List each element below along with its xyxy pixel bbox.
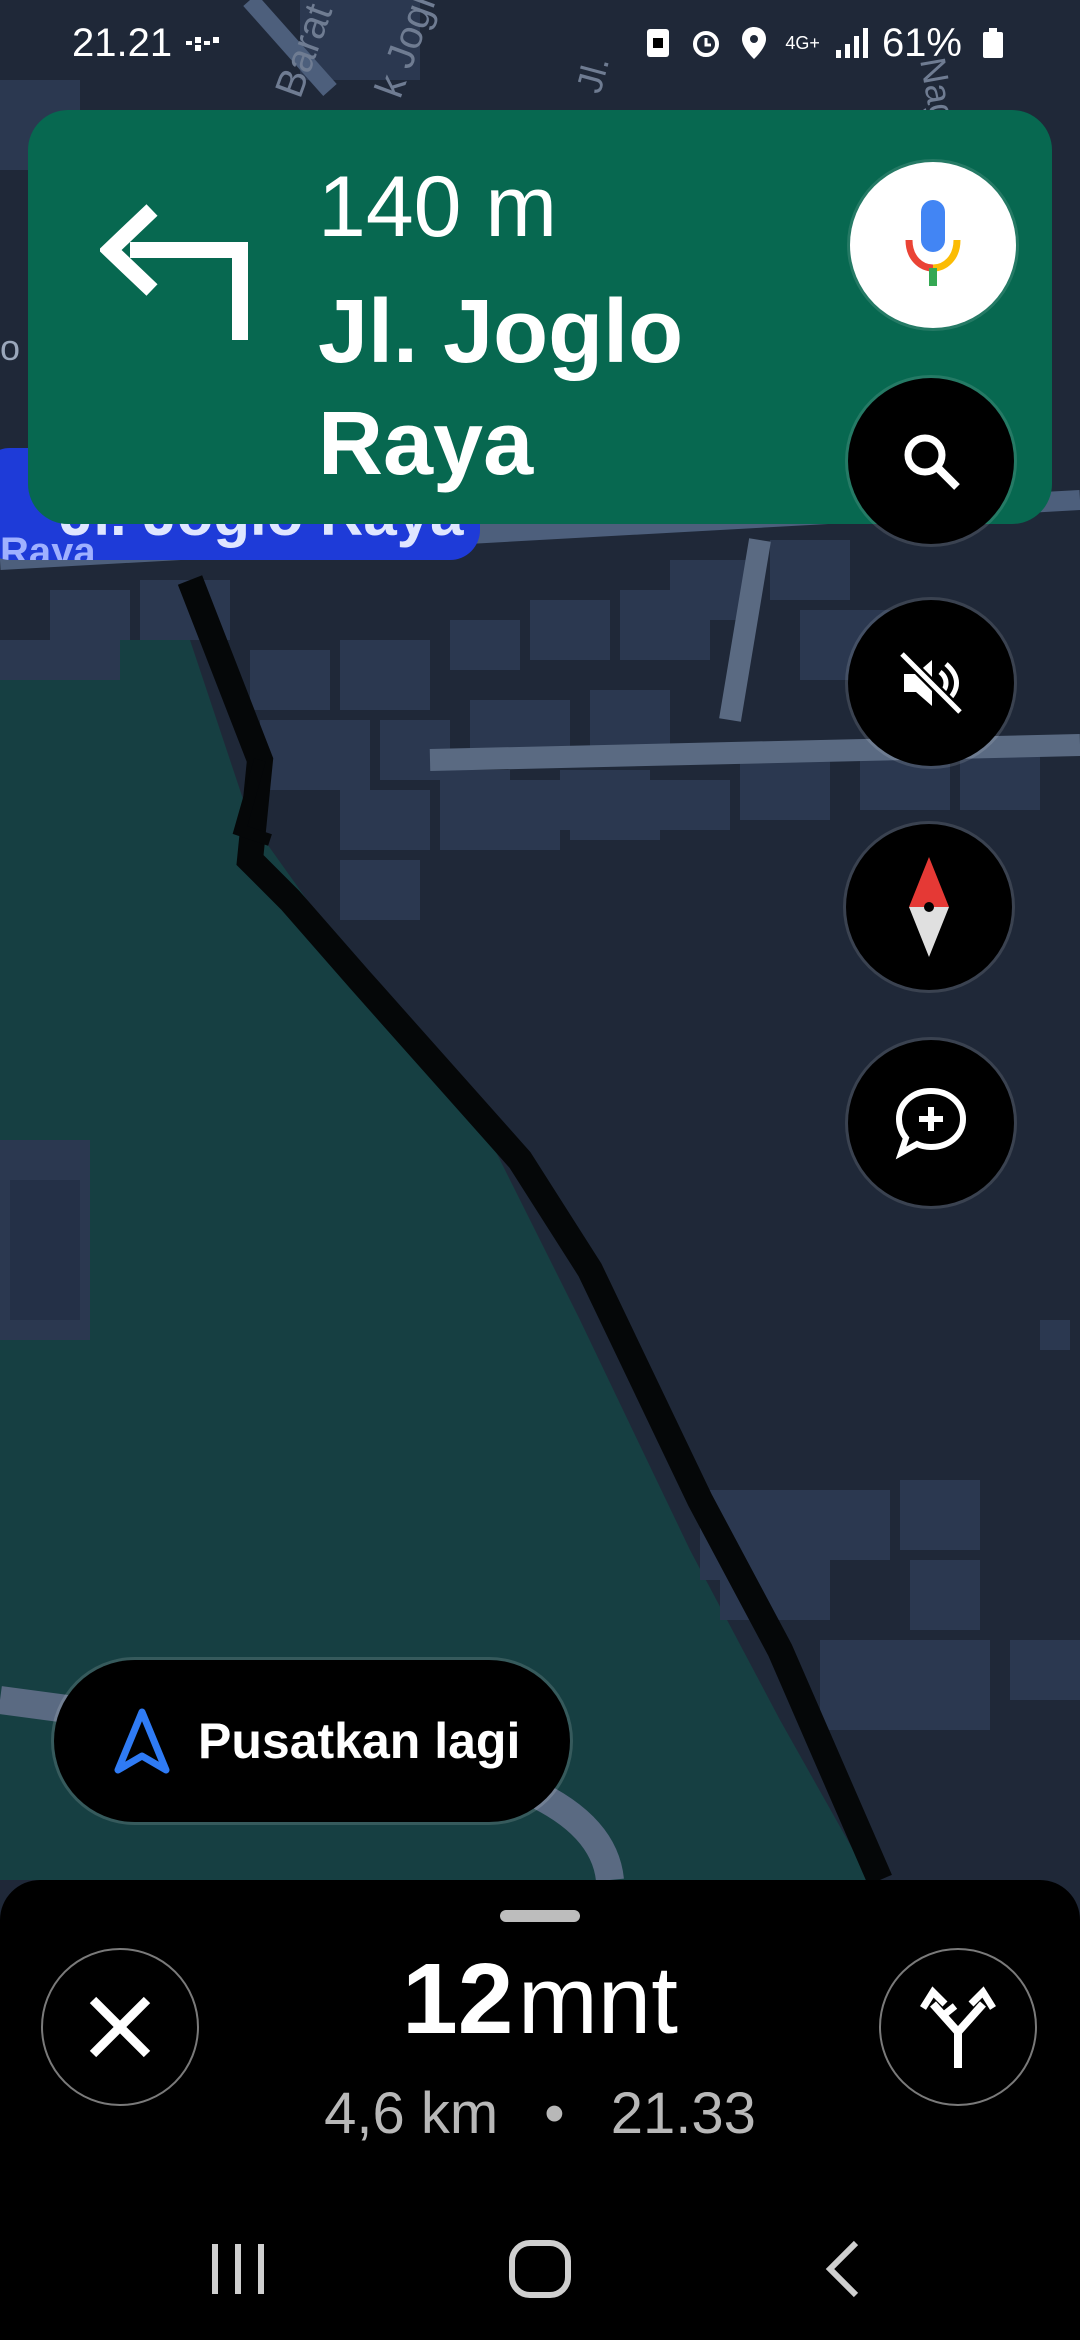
alternate-routes-button[interactable] [879, 1948, 1037, 2106]
add-report-button[interactable] [848, 1040, 1014, 1206]
signal-icon [834, 26, 868, 60]
separator-dot: • [544, 2081, 565, 2146]
voice-search-button[interactable] [850, 162, 1016, 328]
sound-off-icon [898, 650, 964, 716]
search-button[interactable] [848, 378, 1014, 544]
sim-icon [641, 26, 675, 60]
status-bar: 21.21 4G+ 61% [0, 0, 1080, 86]
maneuver-distance: 140 m [318, 159, 558, 255]
microphone-icon [905, 200, 961, 286]
recent-apps-button[interactable] [198, 2234, 278, 2304]
back-icon [825, 2240, 859, 2298]
home-icon [509, 2240, 571, 2298]
back-button[interactable] [802, 2234, 882, 2304]
battery-percent: 61% [881, 20, 962, 65]
route-options-icon [920, 1986, 996, 2068]
arrival-time: 21.33 [610, 2081, 756, 2146]
network-type: 4G+ [785, 33, 820, 53]
mute-button[interactable] [848, 600, 1014, 766]
recenter-label: Pusatkan lagi [198, 1713, 521, 1769]
eta-minutes: 12 [402, 1943, 514, 2055]
data-activity-icon [186, 26, 220, 60]
recent-apps-icon [212, 2244, 264, 2294]
compass-button[interactable] [846, 824, 1012, 990]
map-label-o: o [0, 327, 20, 368]
search-icon [904, 434, 960, 490]
sheet-handle[interactable] [500, 1910, 580, 1922]
turn-left-icon [100, 204, 248, 340]
current-street-chip-sub: Raya [0, 530, 96, 560]
location-icon [737, 26, 771, 60]
navigation-arrow-icon [114, 1708, 170, 1774]
alarm-icon [689, 26, 723, 60]
maneuver-street: Jl. Joglo Raya [318, 282, 684, 494]
battery-icon [976, 26, 1010, 60]
add-report-icon [895, 1087, 967, 1160]
trip-distance: 4,6 km [324, 2081, 499, 2146]
recenter-button[interactable]: Pusatkan lagi [54, 1660, 570, 1822]
compass-icon [909, 857, 949, 957]
home-button[interactable] [500, 2234, 580, 2304]
eta-unit: mnt [517, 1947, 678, 2054]
system-navigation-bar [0, 2200, 1080, 2340]
status-time: 21.21 [72, 20, 173, 65]
